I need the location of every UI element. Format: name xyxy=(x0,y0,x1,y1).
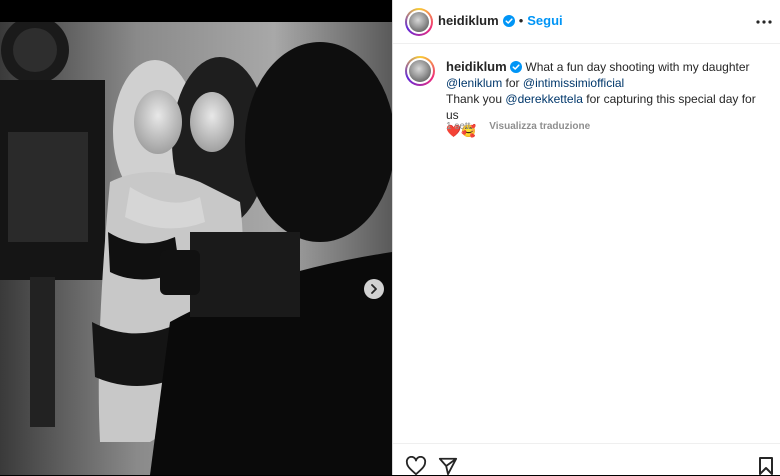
post-meta: 1 sett. Visualizza traduzione xyxy=(446,121,590,132)
caption-text-line1: What a fun day shooting with my daughter xyxy=(525,60,750,74)
verified-badge-icon xyxy=(502,14,515,27)
media-top-bar xyxy=(0,0,392,22)
verified-badge-icon xyxy=(510,61,523,73)
caption-thankyou: Thank you xyxy=(446,92,503,106)
bookmark-icon[interactable] xyxy=(758,456,774,476)
paper-plane-icon[interactable] xyxy=(438,456,458,476)
translate-button[interactable]: Visualizza traduzione xyxy=(489,121,590,132)
post-header: heidiklum • Segui xyxy=(393,0,780,44)
next-image-button[interactable] xyxy=(364,279,384,299)
caption-avatar[interactable] xyxy=(405,56,435,86)
caption-for-word: for xyxy=(505,76,520,90)
follow-button[interactable]: Segui xyxy=(527,13,562,28)
mention-derekkettela[interactable]: @derekkettela xyxy=(505,92,583,106)
mention-intimissimiofficial[interactable]: @intimissimiofficial xyxy=(523,76,624,90)
caption-username[interactable]: heidiklum xyxy=(446,59,507,74)
mention-leniklum[interactable]: @leniklum xyxy=(446,76,502,90)
heart-icon[interactable] xyxy=(405,456,427,476)
chevron-right-icon xyxy=(371,284,377,294)
separator-dot: • xyxy=(518,13,524,28)
post-photo xyxy=(0,22,392,475)
more-options-icon[interactable] xyxy=(755,12,773,32)
post-timestamp[interactable]: 1 sett. xyxy=(446,121,473,132)
post-side-panel: heidiklum • Segui heidiklum What a fun d… xyxy=(392,0,780,476)
post-action-bar xyxy=(393,443,780,476)
author-avatar[interactable] xyxy=(405,8,433,36)
author-username[interactable]: heidiklum xyxy=(438,13,499,28)
post-media[interactable] xyxy=(0,22,392,475)
